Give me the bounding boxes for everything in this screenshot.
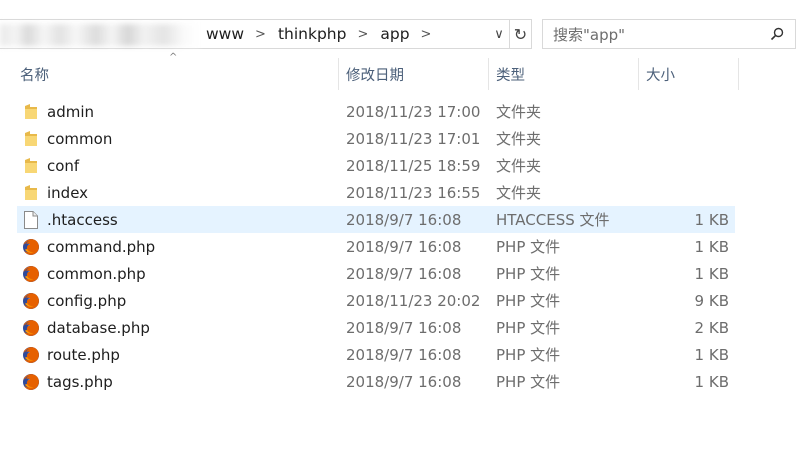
firefox-icon [21,314,41,341]
firefox-icon [21,341,41,368]
file-modified-date: 2018/11/23 17:01 [346,129,481,148]
file-row[interactable]: command.php 2018/9/7 16:08 PHP 文件 1 KB [17,233,735,260]
column-header-date-label: 修改日期 [346,67,404,84]
file-name: config.php [47,291,127,310]
file-modified-date: 2018/9/7 16:08 [346,264,462,283]
file-type: PHP 文件 [496,373,561,391]
address-history-dropdown-button[interactable]: ∨ [488,19,510,49]
file-name: common.php [47,264,146,283]
file-size: 1 KB [694,237,729,256]
column-header-type[interactable]: 类型 [496,58,638,90]
chevron-down-icon: ∨ [494,26,504,42]
blurred-path-segment [0,24,200,46]
file-type: PHP 文件 [496,265,561,283]
file-modified-date: 2018/9/7 16:08 [346,210,462,229]
firefox-icon [21,260,41,287]
file-row[interactable]: .htaccess 2018/9/7 16:08 HTACCESS 文件 1 KB [17,206,735,233]
file-size: 1 KB [694,345,729,364]
file-type: PHP 文件 [496,346,561,364]
breadcrumb-thinkphp[interactable]: thinkphp [278,25,347,43]
file-modified-date: 2018/11/25 18:59 [346,156,481,175]
file-type: 文件夹 [496,184,542,202]
file-type: HTACCESS 文件 [496,211,610,229]
file-name: common [47,129,113,148]
file-modified-date: 2018/9/7 16:08 [346,345,462,364]
file-type: 文件夹 [496,157,542,175]
file-type: PHP 文件 [496,292,561,310]
address-bar[interactable]: www > thinkphp > app > [0,19,510,49]
file-modified-date: 2018/9/7 16:08 [346,237,462,256]
column-divider[interactable] [338,58,339,90]
file-row[interactable]: common 2018/11/23 17:01 文件夹 [17,125,735,152]
file-modified-date: 2018/11/23 16:55 [346,183,481,202]
file-type: PHP 文件 [496,238,561,256]
search-input[interactable]: 搜索"app" [553,24,765,45]
breadcrumb-app[interactable]: app [380,25,409,43]
file-name: index [47,183,89,202]
file-size: 1 KB [694,210,729,229]
file-type: 文件夹 [496,130,542,148]
refresh-icon: ↻ [513,24,528,44]
file-name: database.php [47,318,150,337]
column-divider[interactable] [638,58,639,90]
file-type: 文件夹 [496,103,542,121]
refresh-button[interactable]: ↻ [510,19,532,49]
file-row[interactable]: conf 2018/11/25 18:59 文件夹 [17,152,735,179]
file-modified-date: 2018/9/7 16:08 [346,372,462,391]
column-header-date[interactable]: 修改日期 [346,58,488,90]
firefox-icon [21,287,41,314]
file-name: conf [47,156,80,175]
folder-icon [21,125,41,152]
firefox-icon [21,368,41,395]
file-row[interactable]: admin 2018/11/23 17:00 文件夹 [17,98,735,125]
file-modified-date: 2018/11/23 20:02 [346,291,481,310]
column-header-name-label: 名称 [20,67,49,84]
column-header-type-label: 类型 [496,67,525,84]
file-modified-date: 2018/11/23 17:00 [346,102,481,121]
file-size: 1 KB [694,372,729,391]
breadcrumb-separator-icon[interactable]: > [357,27,368,42]
column-divider[interactable] [738,58,739,90]
breadcrumb-separator-icon[interactable]: > [421,27,432,42]
file-name: tags.php [47,372,113,391]
file-row[interactable]: route.php 2018/9/7 16:08 PHP 文件 1 KB [17,341,735,368]
search-box[interactable]: 搜索"app" [542,19,796,49]
column-header-size-label: 大小 [646,67,675,84]
folder-icon [21,152,41,179]
file-row[interactable]: tags.php 2018/9/7 16:08 PHP 文件 1 KB [17,368,735,395]
folder-icon [21,98,41,125]
search-icon[interactable] [765,27,789,41]
file-name: admin [47,102,94,121]
file-size: 1 KB [694,264,729,283]
file-icon [21,206,41,233]
breadcrumb-separator-icon[interactable]: > [255,27,266,42]
column-divider[interactable] [488,58,489,90]
file-size: 2 KB [694,318,729,337]
file-modified-date: 2018/9/7 16:08 [346,318,462,337]
breadcrumb-www[interactable]: www [206,25,244,43]
column-header-size[interactable]: 大小 [646,58,738,90]
breadcrumb: www > thinkphp > app > [206,20,443,48]
file-name: command.php [47,237,156,256]
firefox-icon [21,233,41,260]
file-row[interactable]: index 2018/11/23 16:55 文件夹 [17,179,735,206]
folder-icon [21,179,41,206]
file-name: .htaccess [47,210,118,229]
file-size: 9 KB [694,291,729,310]
file-row[interactable]: database.php 2018/9/7 16:08 PHP 文件 2 KB [17,314,735,341]
column-header-name[interactable]: 名称 [20,58,338,90]
file-type: PHP 文件 [496,319,561,337]
file-row[interactable]: config.php 2018/11/23 20:02 PHP 文件 9 KB [17,287,735,314]
file-name: route.php [47,345,120,364]
file-row[interactable]: common.php 2018/9/7 16:08 PHP 文件 1 KB [17,260,735,287]
